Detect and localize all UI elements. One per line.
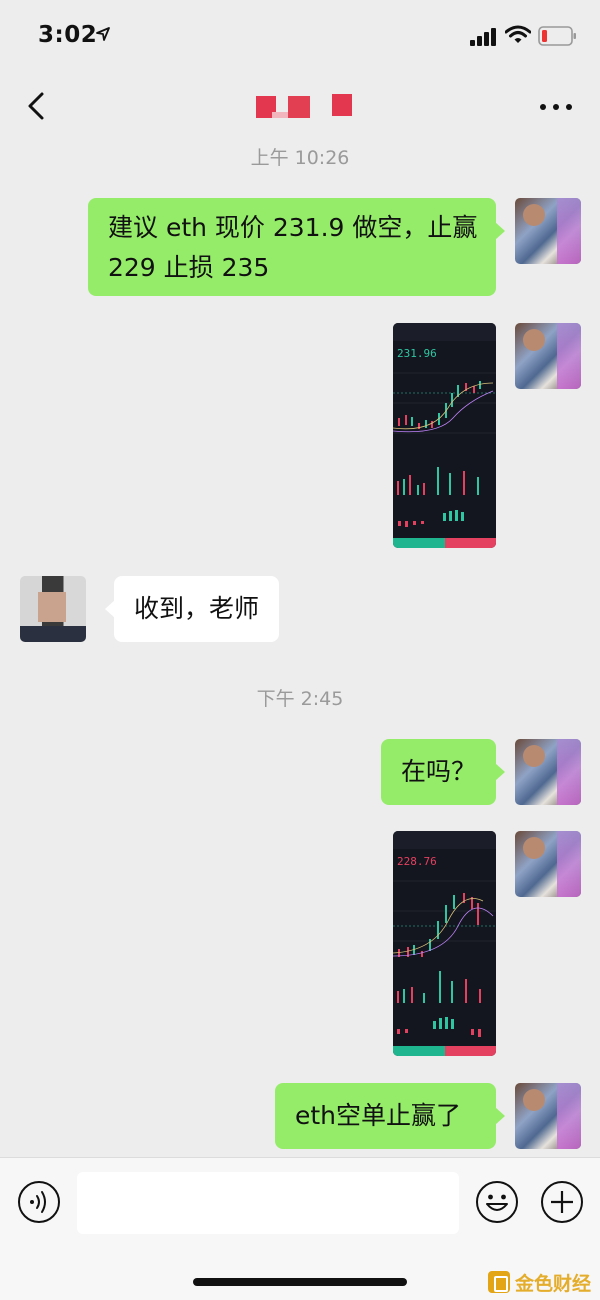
message-text: 收到，老师 — [134, 594, 260, 623]
watermark: 金色财经 — [488, 1269, 591, 1295]
chat-title-pixelated — [250, 94, 360, 120]
message-bubble-sent[interactable]: 在吗？ — [381, 739, 496, 805]
watermark-logo-icon — [488, 1271, 510, 1293]
message-bubble-sent[interactable]: eth空单止赢了 — [275, 1083, 496, 1149]
back-button[interactable] — [20, 88, 56, 124]
timestamp: 上午 10:26 — [250, 147, 350, 169]
status-bar: 3:02 — [0, 0, 600, 72]
signal-icon — [470, 28, 496, 46]
location-arrow-icon — [96, 27, 110, 41]
message-bubble-sent[interactable]: 建议 eth 现价 231.9 做空，止赢 229 止损 235 — [88, 198, 496, 296]
image-message-chart[interactable]: 231.96 — [393, 323, 496, 548]
chart-price: 231.96 — [397, 347, 437, 360]
message-text: eth空单止赢了 — [295, 1101, 462, 1130]
image-message-chart[interactable]: 228.76 — [393, 831, 496, 1056]
timestamp: 下午 2:45 — [256, 688, 344, 710]
status-time: 3:02 — [38, 22, 98, 48]
message-text-line: 建议 eth 现价 231.9 做空，止赢 — [108, 213, 478, 242]
watermark-text: 金色财经 — [515, 1272, 592, 1295]
pixelated-name-block — [272, 112, 288, 118]
my-avatar[interactable] — [515, 739, 581, 805]
battery-low-icon — [538, 26, 576, 46]
message-text: 在吗？ — [401, 757, 477, 786]
message-bubble-received[interactable]: 收到，老师 — [114, 576, 280, 642]
chart-price: 228.76 — [397, 855, 437, 868]
my-avatar[interactable] — [515, 198, 581, 264]
pixelated-name-block — [332, 94, 352, 116]
my-avatar[interactable] — [515, 323, 581, 389]
emoji-icon[interactable] — [475, 1180, 519, 1224]
candlestick-chart-image — [393, 372, 496, 527]
nav-bar — [0, 72, 600, 140]
message-text-line: 229 止损 235 — [108, 253, 270, 282]
voice-icon[interactable] — [17, 1180, 61, 1224]
candlestick-chart-image — [393, 880, 496, 1037]
home-indicator[interactable] — [193, 1278, 407, 1286]
contact-avatar[interactable] — [20, 576, 86, 642]
my-avatar[interactable] — [515, 1083, 581, 1149]
my-avatar[interactable] — [515, 831, 581, 897]
more-options-button[interactable] — [536, 94, 576, 118]
plus-circle-icon[interactable] — [540, 1180, 584, 1224]
more-dots-icon — [540, 104, 546, 110]
pixelated-name-block — [288, 96, 310, 118]
message-input[interactable] — [77, 1172, 459, 1234]
wifi-icon — [505, 25, 531, 43]
